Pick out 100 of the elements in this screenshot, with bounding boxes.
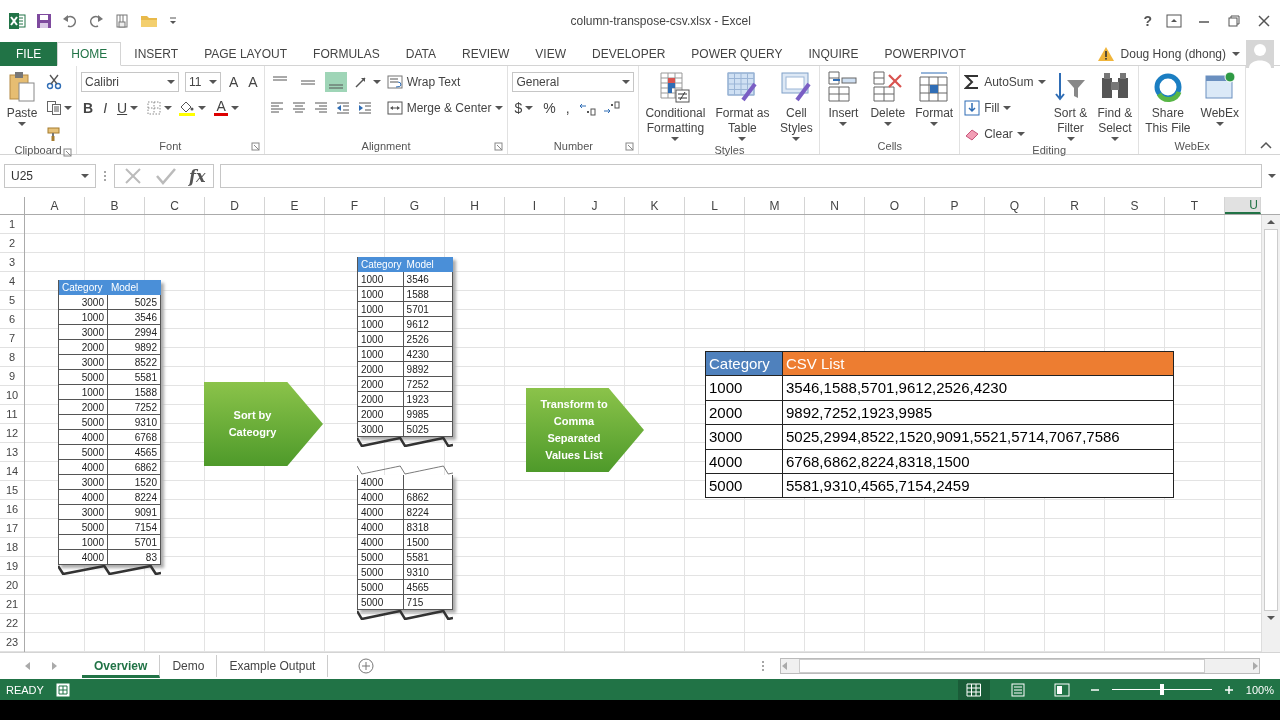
- row-header[interactable]: 13: [0, 443, 24, 462]
- page-layout-view-icon[interactable]: [1009, 682, 1026, 697]
- underline-button[interactable]: U: [115, 100, 141, 116]
- macro-record-icon[interactable]: [55, 682, 70, 697]
- bold-button[interactable]: B: [81, 100, 96, 116]
- scroll-down-icon[interactable]: [1267, 615, 1275, 621]
- dialog-launcher-icon[interactable]: [625, 142, 635, 151]
- paste-button[interactable]: Paste: [4, 70, 40, 129]
- scrollbar-thumb[interactable]: [799, 659, 1205, 673]
- row-header[interactable]: 4: [0, 272, 24, 291]
- caret-icon[interactable]: [1110, 136, 1119, 142]
- zoom-level[interactable]: 100%: [1245, 683, 1274, 696]
- currency-button[interactable]: $: [512, 100, 536, 116]
- paint-bucket-icon[interactable]: [178, 100, 197, 116]
- save-icon[interactable]: [36, 13, 52, 29]
- column-header[interactable]: P: [925, 197, 985, 214]
- row-header[interactable]: 18: [0, 538, 24, 557]
- column-header[interactable]: E: [265, 197, 325, 214]
- column-header[interactable]: A: [25, 197, 85, 214]
- row-header[interactable]: 6: [0, 310, 24, 329]
- find-select-button[interactable]: Find & Select: [1095, 70, 1135, 144]
- conditional-formatting-button[interactable]: Conditional Formatting: [643, 70, 708, 144]
- caret-icon[interactable]: [231, 105, 240, 111]
- row-header[interactable]: 8: [0, 348, 24, 367]
- column-header[interactable]: I: [505, 197, 565, 214]
- collapse-ribbon-icon[interactable]: [1260, 140, 1272, 150]
- column-header[interactable]: U: [1225, 197, 1261, 214]
- scissors-icon[interactable]: [46, 74, 62, 90]
- merge-center-button[interactable]: Merge & Center: [386, 100, 504, 116]
- column-header[interactable]: B: [85, 197, 145, 214]
- column-header[interactable]: S: [1105, 197, 1165, 214]
- dialog-launcher-icon[interactable]: [494, 142, 504, 151]
- caret-icon[interactable]: [671, 136, 680, 142]
- share-file-button[interactable]: Share This File: [1143, 70, 1193, 136]
- row-header[interactable]: 17: [0, 519, 24, 538]
- caret-icon[interactable]: [372, 79, 381, 85]
- column-header[interactable]: O: [865, 197, 925, 214]
- row-header[interactable]: 20: [0, 576, 24, 595]
- decrease-decimal-icon[interactable]: [601, 100, 620, 116]
- page-break-view-icon[interactable]: [1053, 682, 1070, 697]
- cell-styles-button[interactable]: Cell Styles: [777, 70, 816, 144]
- sheet-tab[interactable]: Example Output: [217, 655, 329, 677]
- ribbon-tab[interactable]: POWER QUERY: [678, 42, 796, 65]
- column-header[interactable]: L: [685, 197, 745, 214]
- caret-icon[interactable]: [130, 105, 139, 111]
- column-header[interactable]: H: [445, 197, 505, 214]
- ribbon-tab[interactable]: INQUIRE: [795, 42, 872, 65]
- insert-function-button[interactable]: fx: [189, 166, 206, 186]
- caret-icon[interactable]: [839, 121, 848, 127]
- row-header[interactable]: 7: [0, 329, 24, 348]
- ribbon-tab[interactable]: DEVELOPER: [579, 42, 679, 65]
- wrap-text-button[interactable]: Wrap Text: [386, 74, 461, 90]
- new-sheet-icon[interactable]: [358, 658, 375, 674]
- font-name-dropdown[interactable]: Calibri: [81, 72, 179, 92]
- increase-indent-icon[interactable]: [356, 100, 373, 116]
- column-header[interactable]: C: [145, 197, 205, 214]
- ribbon-tab[interactable]: VIEW: [522, 42, 579, 65]
- close-icon[interactable]: [1256, 13, 1272, 29]
- user-name[interactable]: Doug Hong (dhong): [1120, 46, 1226, 61]
- file-tab[interactable]: FILE: [0, 42, 58, 66]
- format-as-table-button[interactable]: Format as Table: [713, 70, 772, 144]
- column-header[interactable]: K: [625, 197, 685, 214]
- column-header[interactable]: N: [805, 197, 865, 214]
- column-header[interactable]: M: [745, 197, 805, 214]
- row-header[interactable]: 21: [0, 595, 24, 614]
- expand-caret-icon[interactable]: [1268, 173, 1276, 179]
- clear-button[interactable]: Clear: [964, 126, 1025, 142]
- fill-button[interactable]: Fill: [964, 100, 1012, 116]
- number-format-dropdown[interactable]: General: [512, 72, 635, 92]
- formula-input[interactable]: [220, 164, 1262, 188]
- caret-icon[interactable]: [209, 79, 217, 85]
- insert-button[interactable]: Insert: [824, 70, 863, 129]
- caret-icon[interactable]: [792, 136, 801, 142]
- caret-icon[interactable]: [1016, 131, 1025, 137]
- column-header[interactable]: J: [565, 197, 625, 214]
- row-header[interactable]: 15: [0, 481, 24, 500]
- autosum-button[interactable]: AutoSum: [964, 74, 1046, 90]
- caret-icon[interactable]: [198, 105, 207, 111]
- ribbon-tab[interactable]: DATA: [392, 42, 449, 65]
- align-bottom-icon[interactable]: [324, 72, 347, 92]
- row-header[interactable]: 2: [0, 234, 24, 253]
- sheet-tab[interactable]: Demo: [160, 655, 218, 677]
- italic-button[interactable]: I: [101, 100, 109, 116]
- grow-font-button[interactable]: A: [227, 74, 241, 90]
- ribbon-tab[interactable]: FORMULAS: [300, 42, 393, 65]
- row-header[interactable]: 9: [0, 367, 24, 386]
- restore-icon[interactable]: [1226, 13, 1242, 29]
- caret-icon[interactable]: [164, 105, 173, 111]
- webex-button[interactable]: WebEx: [1198, 70, 1241, 129]
- scrollbar-thumb[interactable]: [1264, 229, 1278, 611]
- shrink-font-button[interactable]: A: [246, 74, 260, 90]
- undo-icon[interactable]: [62, 13, 78, 29]
- delete-button[interactable]: Delete: [868, 70, 908, 129]
- copy-icon[interactable]: [46, 100, 62, 116]
- column-header[interactable]: F: [325, 197, 385, 214]
- dialog-launcher-icon[interactable]: [63, 148, 72, 157]
- excel-logo-icon[interactable]: [8, 12, 26, 30]
- caret-icon[interactable]: [1232, 50, 1240, 57]
- row-header[interactable]: 1: [0, 215, 24, 234]
- decrease-indent-icon[interactable]: [334, 100, 351, 116]
